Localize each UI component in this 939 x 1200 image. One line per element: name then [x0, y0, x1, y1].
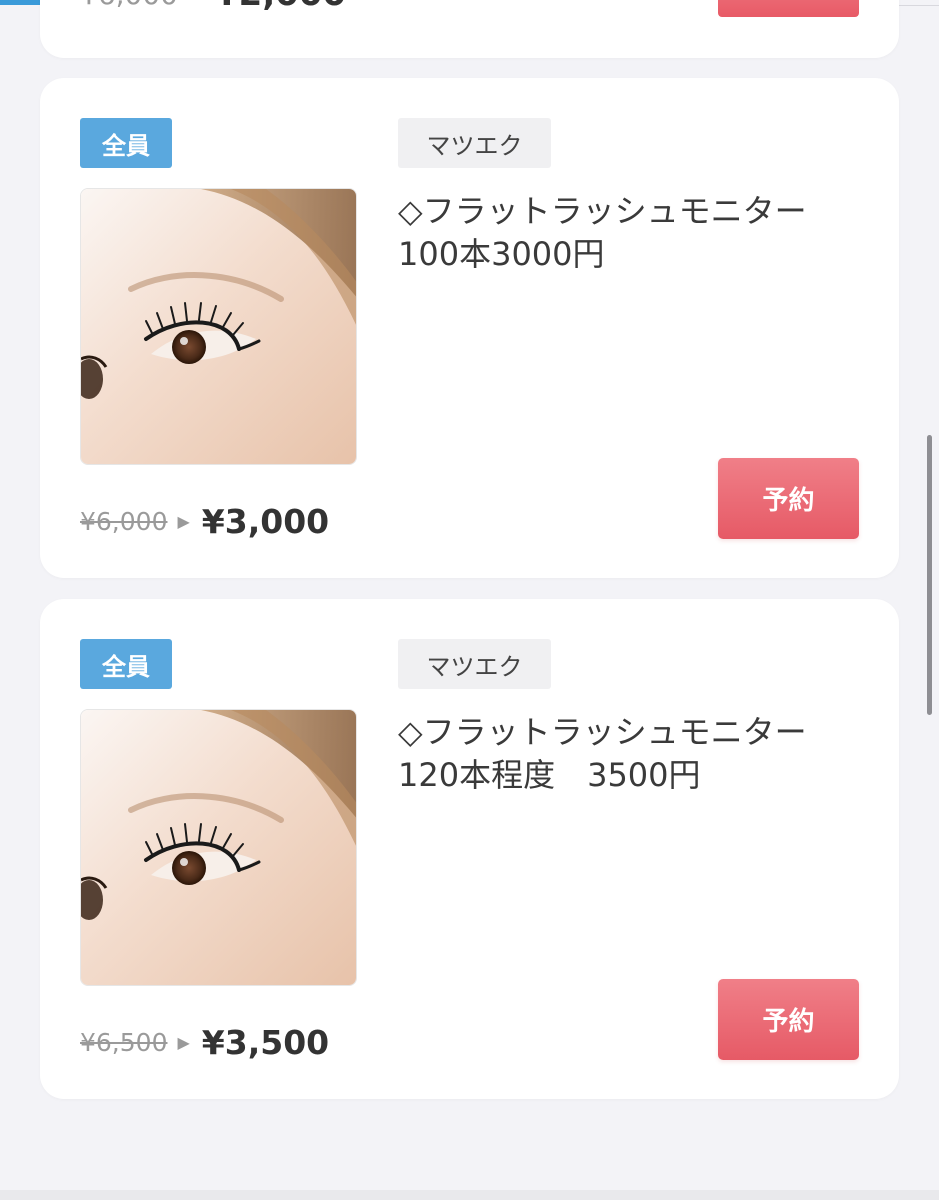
- member-tag: 全員: [80, 639, 172, 689]
- sale-price: ¥3,500: [201, 1022, 330, 1062]
- old-price: ¥6,000: [80, 0, 178, 11]
- footer-divider: [0, 1190, 939, 1200]
- price-row: ¥6,000 ▶ ¥3,000: [80, 496, 329, 546]
- reserve-button[interactable]: [718, 0, 859, 17]
- old-price: ¥6,000: [80, 506, 168, 536]
- menu-title-line2: 100本3000円: [398, 235, 605, 273]
- menu-thumbnail[interactable]: [80, 188, 357, 465]
- old-price: ¥6,500: [80, 1027, 168, 1057]
- menu-title[interactable]: ◇フラットラッシュモニター 100本3000円: [398, 190, 858, 276]
- eyelash-model-photo: [81, 710, 356, 985]
- menu-card[interactable]: 全員 マツエク: [40, 599, 899, 1099]
- reserve-button[interactable]: 予約: [718, 979, 859, 1060]
- price-row: ¥6,500 ▶ ¥3,500: [80, 1017, 329, 1067]
- menu-card[interactable]: 全員 マツエク: [40, 78, 899, 578]
- eyelash-model-photo: [81, 189, 356, 464]
- menu-title-line2: 120本程度 3500円: [398, 756, 701, 794]
- menu-title[interactable]: ◇フラットラッシュモニター 120本程度 3500円: [398, 711, 858, 797]
- menu-card-partial: ¥6,000 ¥2,000: [40, 0, 899, 58]
- menu-title-line1: ◇フラットラッシュモニター: [398, 713, 807, 751]
- sale-price: ¥2,000: [215, 0, 346, 14]
- menu-title-line1: ◇フラットラッシュモニター: [398, 192, 807, 230]
- reserve-button[interactable]: 予約: [718, 458, 859, 539]
- category-tag: マツエク: [398, 639, 551, 689]
- triangle-right-icon: ▶: [177, 511, 190, 531]
- scrollbar[interactable]: [927, 435, 932, 715]
- category-tag: マツエク: [398, 118, 551, 168]
- member-tag: 全員: [80, 118, 172, 168]
- menu-thumbnail[interactable]: [80, 709, 357, 986]
- sale-price: ¥3,000: [201, 501, 330, 541]
- triangle-right-icon: ▶: [177, 1032, 190, 1052]
